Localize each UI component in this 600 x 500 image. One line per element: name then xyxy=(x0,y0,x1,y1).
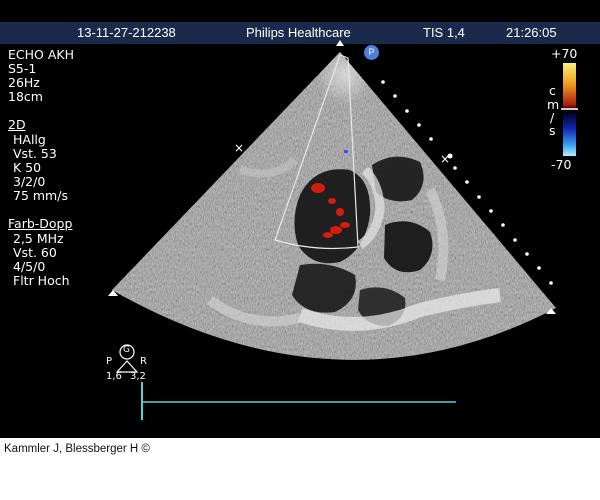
mode-2d-title: 2D xyxy=(8,117,26,132)
mode-2d-line: Vst. 53 xyxy=(13,146,57,161)
orientation-left-letter: P xyxy=(106,356,113,367)
depth-label: 18cm xyxy=(8,89,43,104)
transducer-label: S5-1 xyxy=(8,61,37,76)
probe-badge: P xyxy=(364,45,379,60)
color-velocity-scale xyxy=(561,63,578,156)
mode-2d-line: HAllg xyxy=(13,132,46,147)
orientation-right-letter: R xyxy=(140,356,147,367)
mode-2d-line: K 50 xyxy=(13,160,42,175)
ultrasound-screen: 13-11-27-212238 Philips Healthcare TIS 1… xyxy=(0,0,600,438)
frame-rate-label: 26Hz xyxy=(8,75,40,90)
doppler-line: Fltr Hoch xyxy=(13,273,70,288)
orientation-right-value: 3,2 xyxy=(130,371,146,382)
doppler-line: 2,5 MHz xyxy=(13,231,64,246)
echo-image: × × xyxy=(108,40,556,420)
doppler-line: Vst. 60 xyxy=(13,245,57,260)
scale-unit-char: s xyxy=(549,123,556,138)
scale-min-label: -70 xyxy=(551,157,572,172)
orientation-badge: G xyxy=(123,345,130,355)
svg-text:×: × xyxy=(234,141,244,155)
color-doppler-title: Farb-Dopp xyxy=(8,216,73,231)
preset-label: ECHO AKH xyxy=(8,47,74,62)
doppler-line: 4/5/0 xyxy=(13,259,46,274)
mode-2d-line: 75 mm/s xyxy=(13,188,68,203)
mode-2d-line: 3/2/0 xyxy=(13,174,46,189)
orientation-left-value: 1,6 xyxy=(106,371,122,382)
scale-unit-char: c xyxy=(549,83,556,98)
scale-max-label: +70 xyxy=(551,46,578,61)
image-credit: Kammler J, Blessberger H © xyxy=(4,443,150,455)
scan-sector xyxy=(112,52,556,360)
